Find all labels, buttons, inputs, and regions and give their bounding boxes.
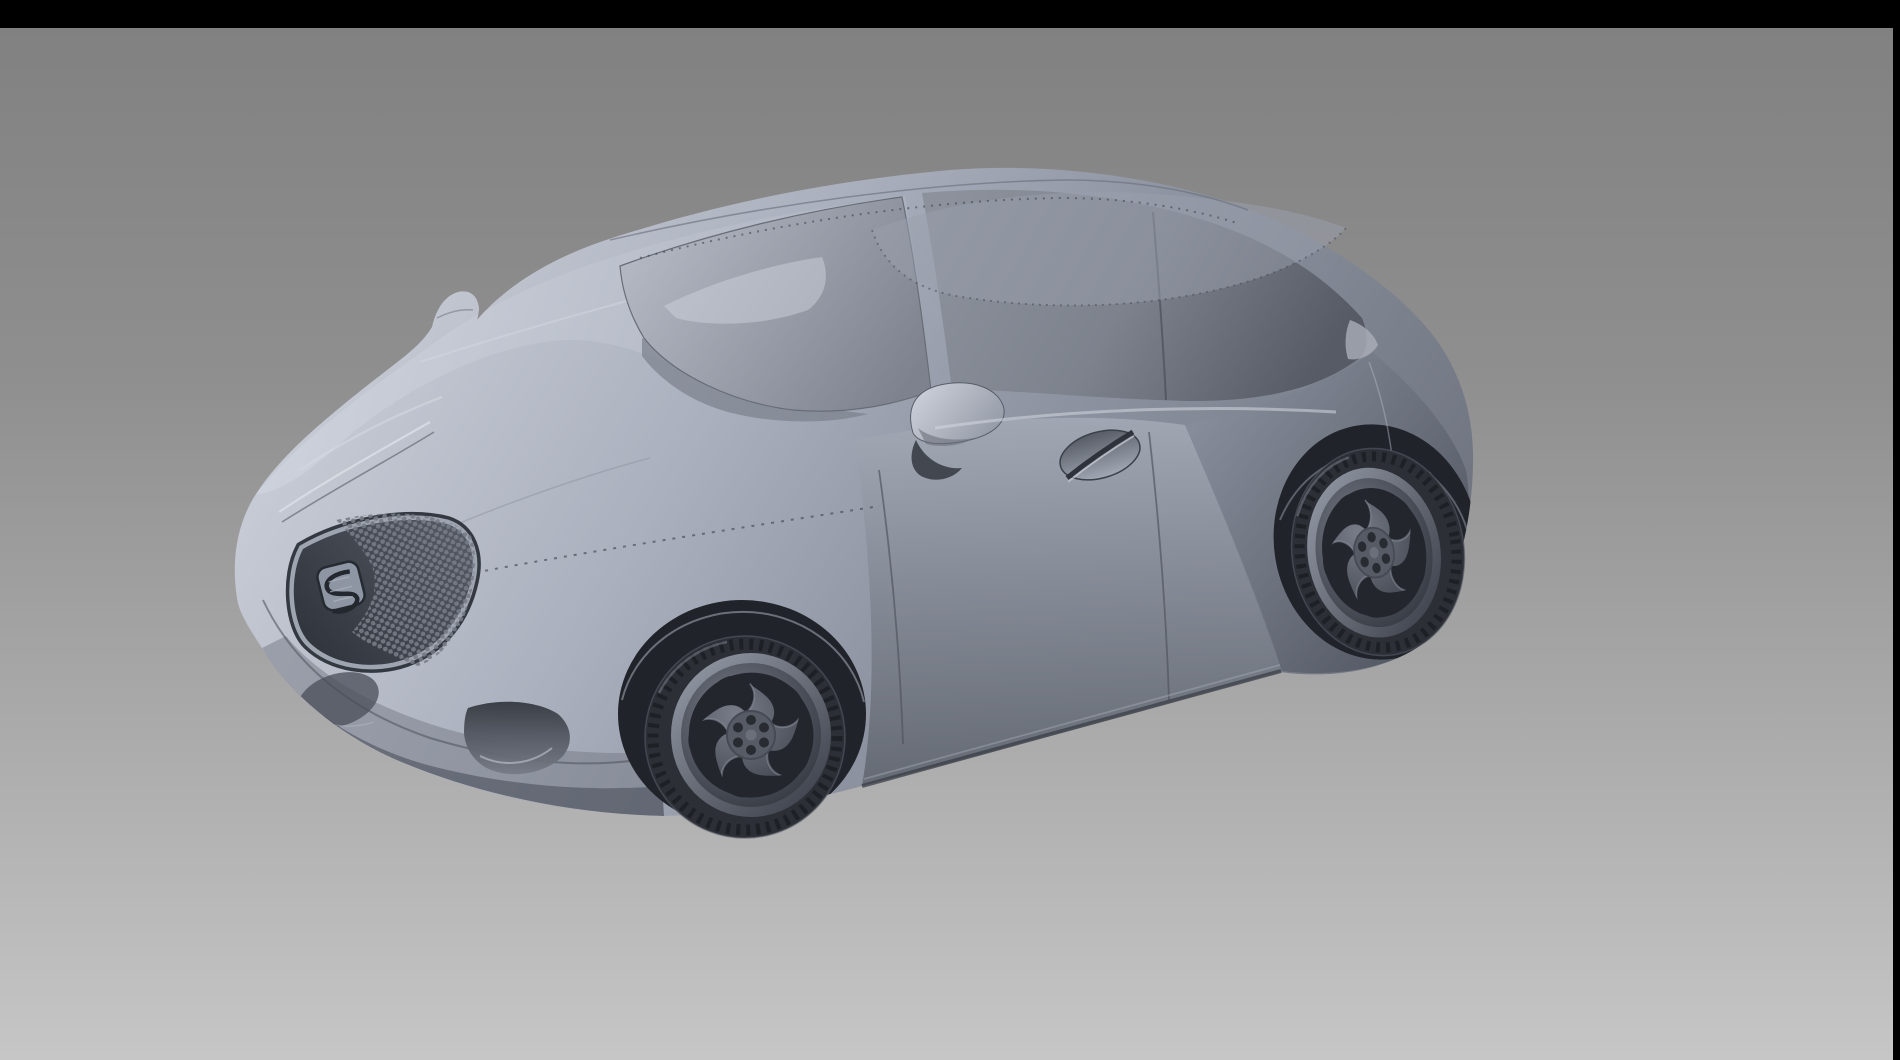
car-render bbox=[0, 28, 1893, 1060]
front-wheel bbox=[645, 636, 845, 838]
letterbox-top-bar bbox=[0, 0, 1900, 28]
screenshot-root: { "scene": { "subject": "Silver-gray SEA… bbox=[0, 0, 1900, 1060]
render-viewport[interactable] bbox=[0, 28, 1893, 1060]
letterbox-right-strip bbox=[1893, 0, 1900, 1060]
front-grille bbox=[294, 513, 475, 666]
